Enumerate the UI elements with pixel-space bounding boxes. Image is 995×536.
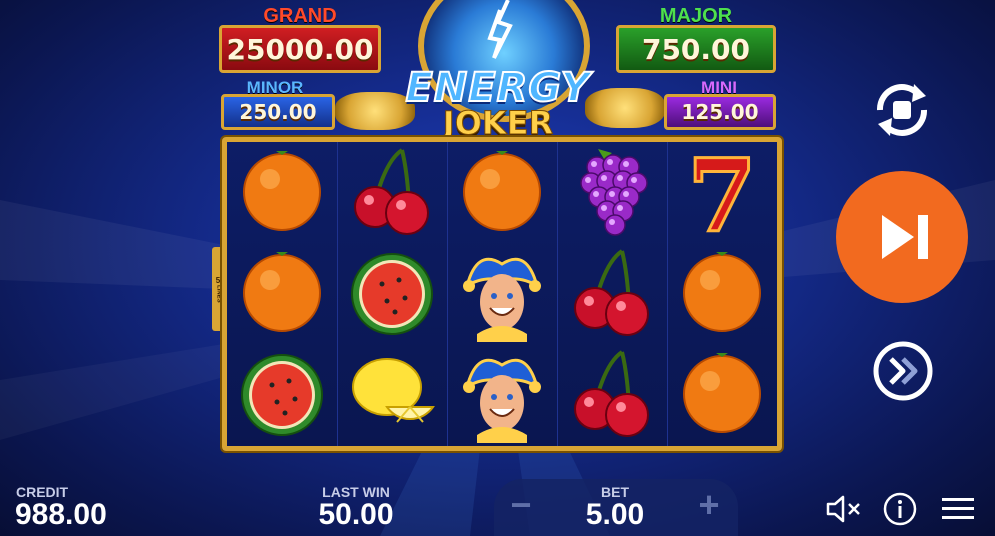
orange-symbol	[683, 252, 761, 332]
game-logo: ENERGY JOKER	[398, 65, 598, 142]
watermelon-symbol	[241, 354, 323, 436]
turbo-button[interactable]	[871, 339, 935, 403]
lemon-symbol	[352, 358, 435, 423]
menu-icon	[942, 498, 974, 519]
reel-divider	[667, 142, 668, 446]
cherry-symbol	[574, 350, 649, 437]
bet-value: 5.00	[585, 498, 645, 531]
svg-text:7: 7	[687, 145, 757, 241]
autoplay-button[interactable]	[866, 74, 938, 146]
logo-line-2: JOKER	[442, 104, 554, 142]
cherry-symbol	[354, 148, 429, 235]
minor-jackpot-value: 250.00	[221, 94, 335, 130]
orange-symbol	[463, 151, 541, 231]
bet-decrease-button[interactable]: −	[504, 484, 538, 526]
credit-value: 988.00	[15, 498, 107, 531]
joker-symbol	[463, 257, 541, 342]
info-icon	[883, 492, 917, 526]
seven-symbol: 7	[686, 145, 759, 241]
paylines-count: 5	[215, 275, 221, 285]
spin-skip-icon	[882, 215, 928, 259]
turbo-icon	[873, 341, 933, 401]
mini-jackpot-value: 125.00	[664, 94, 776, 130]
orange-symbol	[243, 151, 321, 231]
menu-button[interactable]	[940, 494, 976, 524]
grapes-symbol	[580, 149, 648, 236]
last-win-value: 50.00	[318, 498, 394, 531]
joker-symbol	[463, 358, 541, 443]
bet-increase-button[interactable]: +	[692, 484, 726, 526]
orange-symbol	[243, 252, 321, 332]
reel-divider	[557, 142, 558, 446]
sound-button[interactable]	[824, 491, 864, 527]
watermelon-symbol	[351, 253, 433, 335]
reel-divider	[447, 142, 448, 446]
reel-divider	[337, 142, 338, 446]
spin-button[interactable]	[836, 171, 968, 303]
sound-muted-icon	[826, 495, 860, 523]
orange-symbol	[683, 353, 761, 433]
autoplay-icon	[877, 84, 927, 136]
grand-jackpot-value: 25000.00	[219, 25, 381, 73]
major-jackpot-value: 750.00	[616, 25, 776, 73]
reel-grid: 7	[222, 137, 782, 451]
cherry-symbol	[574, 249, 649, 336]
info-button[interactable]	[882, 491, 918, 527]
